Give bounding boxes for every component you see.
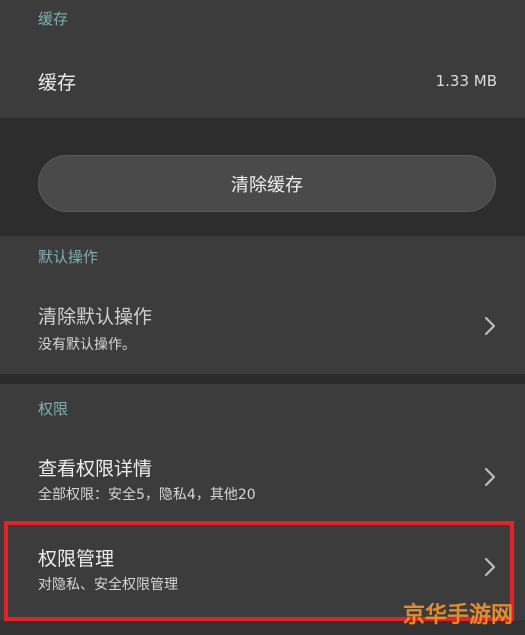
cache-row-title: 缓存 [38,72,77,94]
permission-details-row[interactable]: 查看权限详情 全部权限：安全5，隐私4，其他20 [0,432,525,522]
clear-defaults-row[interactable]: 清除默认操作 没有默认操作。 [0,276,525,374]
permission-details-title: 查看权限详情 [38,458,153,480]
permission-details-subtitle: 全部权限：安全5，隐私4，其他20 [38,487,256,503]
permissions-section-header: 权限 [0,384,525,432]
permissions-section-label: 权限 [38,400,69,418]
defaults-section-gap [0,374,525,384]
chevron-right-icon [484,467,496,487]
clear-defaults-subtitle: 没有默认操作。 [38,337,136,353]
defaults-section-header: 默认操作 [0,236,525,276]
cache-section-label: 缓存 [38,10,69,28]
clear-defaults-title: 清除默认操作 [38,306,153,328]
watermark-logo: 京华手游网 [402,603,513,628]
chevron-right-icon [484,316,496,336]
clear-cache-button[interactable]: 清除缓存 [38,155,496,212]
defaults-section-label: 默认操作 [38,248,99,266]
cache-section-header: 缓存 [0,0,525,40]
cache-size-value: 1.33 MB [435,72,497,90]
cache-row: 缓存 1.33 MB [0,40,525,118]
